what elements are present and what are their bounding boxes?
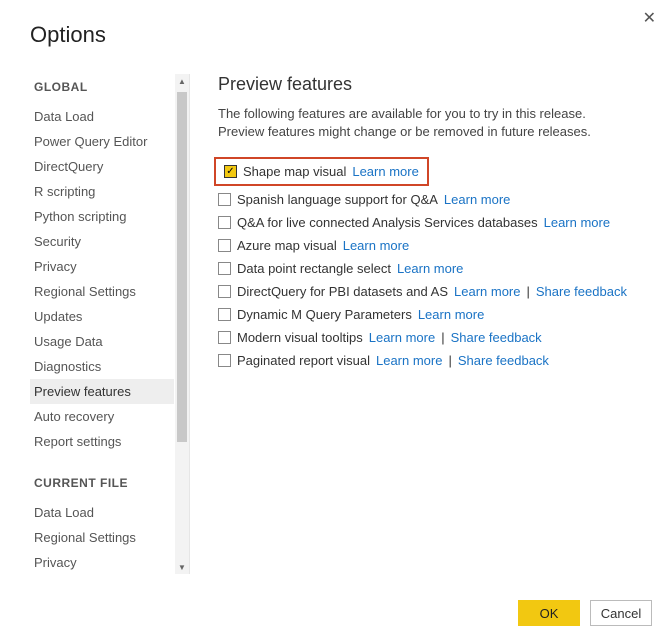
sidebar-item[interactable]: Python scripting xyxy=(30,204,174,229)
sidebar-item[interactable]: Diagnostics xyxy=(30,354,174,379)
sidebar-item[interactable]: Privacy xyxy=(30,550,174,574)
learn-more-link[interactable]: Learn more xyxy=(444,192,510,207)
learn-more-link[interactable]: Learn more xyxy=(352,164,418,179)
scroll-down-icon[interactable]: ▼ xyxy=(175,560,189,574)
options-dialog: ✕ Options GLOBALData LoadPower Query Edi… xyxy=(0,0,672,644)
feature-checkbox[interactable] xyxy=(218,193,231,206)
separator: | xyxy=(448,353,451,368)
share-feedback-link[interactable]: Share feedback xyxy=(458,353,549,368)
panel-description: The following features are available for… xyxy=(218,105,618,141)
sidebar-item[interactable]: Regional Settings xyxy=(30,525,174,550)
feature-checkbox[interactable] xyxy=(218,262,231,275)
feature-label: DirectQuery for PBI datasets and AS xyxy=(237,284,448,299)
sidebar-item[interactable]: Updates xyxy=(30,304,174,329)
sidebar-item[interactable]: Data Load xyxy=(30,104,174,129)
learn-more-link[interactable]: Learn more xyxy=(544,215,610,230)
learn-more-link[interactable]: Learn more xyxy=(397,261,463,276)
separator: | xyxy=(441,330,444,345)
feature-row: Spanish language support for Q&A Learn m… xyxy=(218,188,652,211)
feature-row: Q&A for live connected Analysis Services… xyxy=(218,211,652,234)
feature-label: Modern visual tooltips xyxy=(237,330,363,345)
sidebar-item[interactable]: Auto recovery xyxy=(30,404,174,429)
sidebar-section-header: CURRENT FILE xyxy=(30,454,174,500)
sidebar-item[interactable]: Security xyxy=(30,229,174,254)
learn-more-link[interactable]: Learn more xyxy=(376,353,442,368)
learn-more-link[interactable]: Learn more xyxy=(369,330,435,345)
sidebar: GLOBALData LoadPower Query EditorDirectQ… xyxy=(30,74,174,574)
feature-checkbox[interactable] xyxy=(218,239,231,252)
dialog-body: GLOBALData LoadPower Query EditorDirectQ… xyxy=(0,48,672,574)
feature-checkbox[interactable] xyxy=(218,216,231,229)
feature-row: Data point rectangle select Learn more xyxy=(218,257,652,280)
feature-label: Dynamic M Query Parameters xyxy=(237,307,412,322)
ok-button[interactable]: OK xyxy=(518,600,580,626)
cancel-button[interactable]: Cancel xyxy=(590,600,652,626)
scroll-up-icon[interactable]: ▲ xyxy=(175,74,189,88)
feature-checkbox[interactable] xyxy=(224,165,237,178)
learn-more-link[interactable]: Learn more xyxy=(418,307,484,322)
feature-label: Paginated report visual xyxy=(237,353,370,368)
feature-row: DirectQuery for PBI datasets and AS Lear… xyxy=(218,280,652,303)
dialog-title: Options xyxy=(0,0,672,48)
learn-more-link[interactable]: Learn more xyxy=(343,238,409,253)
feature-label: Q&A for live connected Analysis Services… xyxy=(237,215,538,230)
main-panel: Preview features The following features … xyxy=(190,74,672,574)
feature-checkbox[interactable] xyxy=(218,285,231,298)
feature-label: Azure map visual xyxy=(237,238,337,253)
feature-label: Data point rectangle select xyxy=(237,261,391,276)
feature-row: Modern visual tooltips Learn more | Shar… xyxy=(218,326,652,349)
learn-more-link[interactable]: Learn more xyxy=(454,284,520,299)
sidebar-item[interactable]: Power Query Editor xyxy=(30,129,174,154)
sidebar-item[interactable]: Report settings xyxy=(30,429,174,454)
feature-row: Shape map visual Learn more xyxy=(214,157,429,186)
sidebar-container: GLOBALData LoadPower Query EditorDirectQ… xyxy=(30,74,190,574)
feature-label: Spanish language support for Q&A xyxy=(237,192,438,207)
feature-label: Shape map visual xyxy=(243,164,346,179)
close-icon[interactable]: ✕ xyxy=(643,8,656,28)
sidebar-scrollbar[interactable]: ▲ ▼ xyxy=(175,74,189,574)
feature-row: Azure map visual Learn more xyxy=(218,234,652,257)
sidebar-item[interactable]: Preview features xyxy=(30,379,174,404)
sidebar-item[interactable]: R scripting xyxy=(30,179,174,204)
sidebar-item[interactable]: Usage Data xyxy=(30,329,174,354)
share-feedback-link[interactable]: Share feedback xyxy=(451,330,542,345)
feature-row: Paginated report visual Learn more | Sha… xyxy=(218,349,652,372)
feature-checkbox[interactable] xyxy=(218,331,231,344)
panel-title: Preview features xyxy=(218,74,652,95)
feature-row: Dynamic M Query Parameters Learn more xyxy=(218,303,652,326)
sidebar-section-header: GLOBAL xyxy=(30,74,174,104)
sidebar-item[interactable]: Data Load xyxy=(30,500,174,525)
sidebar-item[interactable]: Privacy xyxy=(30,254,174,279)
feature-list: Shape map visual Learn moreSpanish langu… xyxy=(218,157,652,372)
feature-checkbox[interactable] xyxy=(218,354,231,367)
scroll-thumb[interactable] xyxy=(177,92,187,442)
feature-checkbox[interactable] xyxy=(218,308,231,321)
separator: | xyxy=(526,284,529,299)
share-feedback-link[interactable]: Share feedback xyxy=(536,284,627,299)
sidebar-item[interactable]: Regional Settings xyxy=(30,279,174,304)
sidebar-item[interactable]: DirectQuery xyxy=(30,154,174,179)
dialog-footer: OK Cancel xyxy=(518,600,652,626)
